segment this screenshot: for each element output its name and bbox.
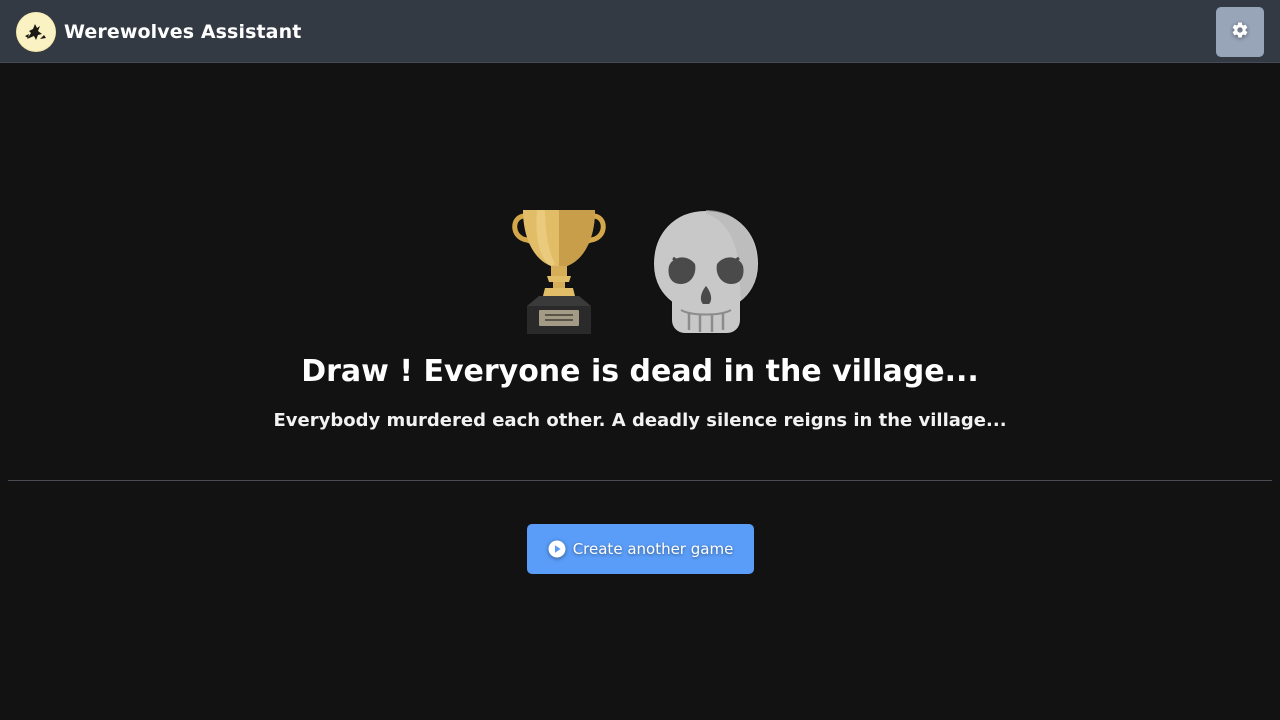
result-icons — [505, 205, 775, 340]
skull-icon — [651, 208, 761, 340]
werewolf-logo-icon — [16, 12, 56, 52]
settings-button[interactable] — [1216, 7, 1264, 57]
create-another-game-button[interactable]: Create another game — [527, 524, 754, 574]
trophy-icon — [509, 208, 609, 340]
app-title: Werewolves Assistant — [64, 21, 302, 43]
result-description: Everybody murdered each other. A deadly … — [273, 410, 1007, 431]
create-another-game-label: Create another game — [572, 540, 734, 558]
play-circle-icon — [548, 540, 566, 558]
divider — [8, 480, 1272, 481]
result-headline: Draw ! Everyone is dead in the village..… — [301, 354, 979, 389]
brand-home-link[interactable]: Werewolves Assistant — [16, 12, 301, 52]
gear-icon — [1231, 21, 1249, 43]
top-navbar: Werewolves Assistant — [0, 0, 1280, 63]
